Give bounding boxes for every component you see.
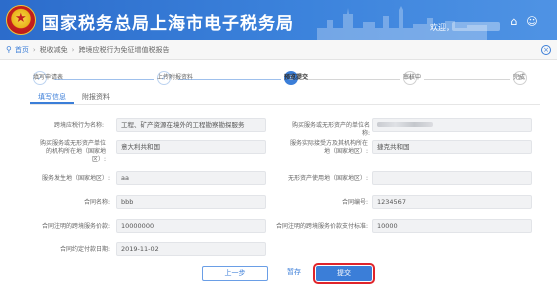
breadcrumb-separator: › — [32, 45, 36, 54]
breadcrumb-current: 跨境应税行为免征增值税报告 — [78, 45, 170, 54]
service-name-field[interactable]: 工程、矿产资源在境外的工程勘察勘探服务 — [116, 118, 266, 132]
tab-divider — [30, 104, 540, 105]
occur-place-field[interactable]: aa — [116, 171, 266, 185]
occur-place-label: 服务发生地（国家地区）: — [41, 175, 110, 182]
provider-country-field[interactable]: 捷克共和国 — [372, 140, 532, 154]
location-pin-icon: ⚲ — [6, 45, 12, 54]
step-connector — [46, 79, 168, 80]
buyer-name-label: 购买服务或无形资产的单位名称: — [291, 122, 370, 137]
contract-date-label: 合同约定付款日期: — [59, 246, 110, 253]
contract-pay-field[interactable]: 10000 — [372, 219, 532, 233]
intangible-place-field[interactable] — [372, 171, 532, 185]
buyer-country-label: 购买服务或无形资产单位的机构所在地（国家地区）: — [39, 140, 106, 163]
welcome-text: 欢迎， — [430, 23, 454, 32]
step-complete: 5 完成 — [510, 71, 534, 85]
contract-no-label: 合同编号: — [341, 199, 368, 206]
breadcrumb-tax-relief[interactable]: 税收减免 — [40, 45, 68, 55]
tab-attachments[interactable]: 附报资料 — [74, 90, 118, 104]
breadcrumb-separator: › — [71, 45, 75, 54]
header-bar: ★ 国家税务总局上海市电子税务局 欢迎， ⌂ ☺ — [0, 0, 557, 40]
step-preview-submit: 3 预览提交 — [281, 71, 308, 85]
intangible-place-label: 无形资产使用地（国家地区）: — [287, 175, 368, 182]
prev-step-button[interactable]: 上一步 — [202, 266, 268, 281]
home-icon[interactable]: ⌂ — [508, 16, 520, 28]
step-upload-docs: ✓ 上传附报资料 — [154, 71, 193, 85]
tab-fill-info[interactable]: 填写信息 — [30, 90, 74, 104]
tab-bar: 填写信息 附报资料 — [30, 90, 118, 104]
step-fill-form: ✓ 填写申请表 — [30, 71, 63, 85]
contract-amount-label: 合同注明的跨境服务价款: — [41, 223, 110, 230]
contract-name-label: 合同名称: — [83, 199, 110, 206]
contract-pay-label: 合同注明的跨境服务价款支付标准: — [275, 223, 368, 230]
breadcrumb: ⚲ 首页 › 税收减免 › 跨境应税行为免征增值税报告 × — [0, 40, 557, 60]
buyer-name-field[interactable] — [372, 118, 532, 132]
contract-date-field[interactable]: 2019-11-02 — [116, 242, 266, 256]
contract-amount-field[interactable]: 10000000 — [116, 219, 266, 233]
close-icon[interactable]: × — [541, 45, 551, 55]
contract-name-field[interactable]: bbb — [116, 195, 266, 209]
temp-save-button[interactable]: 暂存 — [280, 266, 308, 281]
submit-button[interactable]: 提交 — [313, 263, 375, 284]
breadcrumb-home[interactable]: 首页 — [15, 45, 29, 55]
username-masked — [452, 22, 500, 31]
user-icon[interactable]: ☺ — [526, 16, 538, 28]
buyer-country-field[interactable]: 意大利共和国 — [116, 140, 266, 154]
step-reviewing: 4 审核中 — [400, 71, 424, 85]
service-name-label: 跨境应税行为名称: — [53, 122, 104, 129]
progress-steps: ✓ 填写申请表 ✓ 上传附报资料 3 预览提交 4 审核中 5 完成 — [0, 68, 557, 90]
page-title: 国家税务总局上海市电子税务局 — [42, 14, 294, 34]
masked-value — [377, 122, 433, 127]
provider-country-label: 服务实际接受方及其机构所在地（国家地区）: — [289, 140, 368, 155]
contract-no-field[interactable]: 1234567 — [372, 195, 532, 209]
emblem-icon: ★ — [6, 5, 36, 35]
